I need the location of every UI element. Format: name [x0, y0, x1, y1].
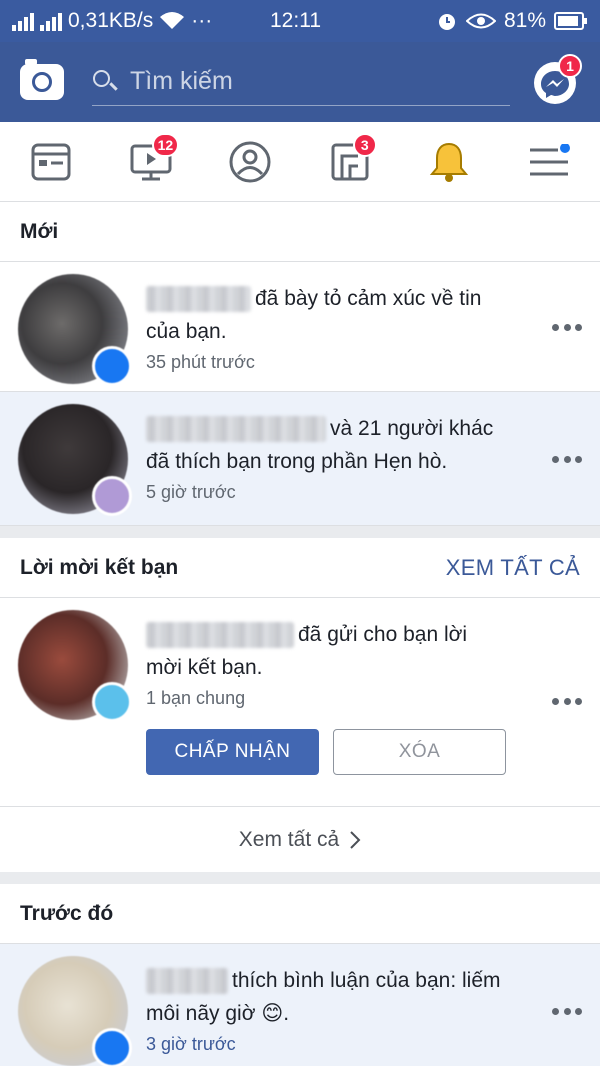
notification-body: thích bình luận của bạn: liếm môi nãy gi…	[146, 956, 506, 1066]
section-gap	[0, 526, 600, 538]
alarm-icon	[438, 14, 455, 30]
friend-request-icon	[92, 682, 132, 722]
menu-icon	[529, 143, 570, 175]
signal-icon-2	[40, 11, 62, 31]
reaction-icon	[92, 346, 132, 386]
tab-profile[interactable]	[227, 139, 273, 185]
search-icon	[92, 69, 118, 95]
messenger-badge: 1	[558, 54, 582, 78]
bell-icon	[430, 142, 469, 182]
section-gap	[0, 872, 600, 884]
request-actions: CHẤP NHẬN XÓA	[146, 729, 506, 775]
avatar	[18, 274, 132, 386]
avatar	[18, 404, 132, 516]
more-options-icon[interactable]	[552, 454, 582, 464]
section-new: Mới đã bày tỏ cảm xúc về tin của bạn. 35…	[0, 202, 600, 526]
see-all-label: Xem tất cả	[238, 827, 340, 851]
clock: 12:11	[270, 9, 321, 32]
blurred-name	[146, 416, 326, 443]
watch-badge: 12	[151, 132, 180, 157]
more-options-icon[interactable]	[552, 696, 582, 706]
section-friend-requests: Lời mời kết bạn XEM TẤT CẢ đã gửi cho bạ…	[0, 538, 600, 872]
avatar	[18, 610, 132, 722]
blurred-name	[146, 286, 251, 313]
notification-item[interactable]: và 21 người khác đã thích bạn trong phần…	[0, 392, 600, 526]
dating-icon	[92, 476, 132, 516]
battery-icon	[554, 12, 587, 30]
delete-button[interactable]: XÓA	[333, 729, 506, 775]
tab-marketplace[interactable]: 3	[327, 132, 377, 185]
like-icon	[92, 1028, 132, 1066]
avatar	[18, 956, 132, 1066]
section-title: Lời mời kết bạn	[20, 555, 179, 579]
mutual-friends: 1 bạn chung	[146, 688, 246, 708]
accept-button[interactable]: CHẤP NHẬN	[146, 729, 319, 775]
profile-icon	[229, 141, 271, 182]
more-options-icon[interactable]	[552, 322, 582, 332]
notification-time: 35 phút trước	[146, 352, 255, 372]
section-title: Trước đó	[0, 884, 600, 944]
see-all-link[interactable]: XEM TẤT CẢ	[446, 555, 580, 581]
eye-icon	[465, 13, 496, 29]
search-bar[interactable]	[92, 58, 510, 106]
tab-menu[interactable]	[526, 139, 572, 185]
notification-item[interactable]: đã bày tỏ cảm xúc về tin của bạn. 35 phú…	[0, 262, 600, 392]
see-all-requests-button[interactable]: Xem tất cả	[0, 806, 600, 872]
section-header: Lời mời kết bạn XEM TẤT CẢ	[0, 538, 600, 598]
wifi-icon	[160, 12, 185, 29]
messenger-button[interactable]: 1	[534, 54, 582, 104]
tab-bar: 12 3	[0, 122, 600, 202]
more-dots: ···	[191, 9, 213, 32]
camera-icon[interactable]	[20, 59, 64, 100]
request-body: đã gửi cho bạn lời mời kết bạn. 1 bạn ch…	[146, 610, 506, 794]
blurred-name	[146, 968, 228, 995]
battery-percent: 81%	[503, 9, 546, 32]
chevron-right-icon	[350, 830, 361, 849]
section-title: Mới	[0, 202, 600, 262]
friend-request-item[interactable]: đã gửi cho bạn lời mời kết bạn. 1 bạn ch…	[0, 598, 600, 806]
search-input[interactable]	[130, 67, 470, 96]
news-feed-icon	[31, 143, 71, 180]
top-bar: 1	[0, 42, 600, 122]
notification-body: đã bày tỏ cảm xúc về tin của bạn. 35 phú…	[146, 274, 506, 379]
tab-news-feed[interactable]	[28, 139, 74, 185]
blurred-name	[146, 622, 294, 649]
notification-body: và 21 người khác đã thích bạn trong phần…	[146, 404, 506, 513]
tab-notifications[interactable]	[426, 139, 472, 185]
marketplace-badge: 3	[352, 132, 377, 157]
network-speed: 0,31KB/s	[68, 9, 154, 32]
signal-icon	[12, 11, 34, 31]
section-earlier: Trước đó thích bình luận của bạn: liếm m…	[0, 884, 600, 1066]
tab-watch[interactable]: 12	[128, 132, 180, 185]
notification-time: 3 giờ trước	[146, 1034, 236, 1054]
notification-item[interactable]: thích bình luận của bạn: liếm môi nãy gi…	[0, 944, 600, 1066]
status-bar: 0,31KB/s ··· 12:11 81%	[0, 0, 600, 42]
more-options-icon[interactable]	[552, 1006, 582, 1016]
notification-time: 5 giờ trước	[146, 482, 236, 502]
